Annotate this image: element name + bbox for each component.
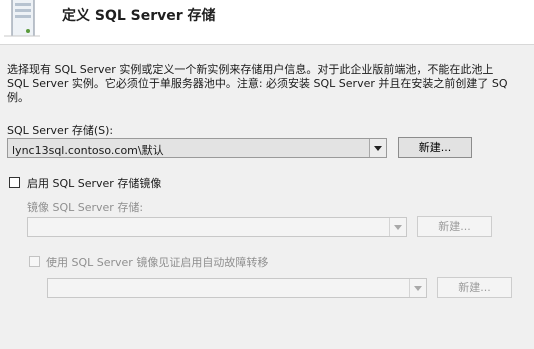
chevron-down-icon[interactable] — [409, 279, 426, 297]
sql-store-selected-value: lync13sql.contoso.com\默认 — [12, 144, 164, 157]
chevron-down-icon[interactable] — [369, 139, 386, 157]
description-text: 选择现有 SQL Server 实例或定义一个新实例来存储用户信息。对于此企业版… — [7, 63, 534, 105]
witness-store-dropdown[interactable] — [47, 278, 427, 298]
description-line-1: 选择现有 SQL Server 实例或定义一个新实例来存储用户信息。对于此企业版… — [7, 63, 494, 76]
mirror-store-dropdown[interactable] — [27, 217, 407, 237]
description-line-3: 例。 — [7, 91, 29, 104]
witness-failover-checkbox[interactable] — [29, 256, 40, 267]
new-sql-store-button[interactable]: 新建... — [398, 137, 472, 158]
chevron-down-icon[interactable] — [389, 218, 406, 236]
sql-store-icon — [4, 0, 40, 42]
wizard-header: 定义 SQL Server 存储 — [0, 0, 534, 45]
page-title: 定义 SQL Server 存储 — [62, 8, 216, 24]
witness-failover-label: 使用 SQL Server 镜像见证启用自动故障转移 — [46, 256, 269, 269]
new-witness-button[interactable]: 新建... — [437, 277, 512, 298]
new-mirror-store-button[interactable]: 新建... — [417, 216, 492, 237]
description-line-2: SQL Server 实例。它必须位于单服务器池中。注意: 必须安装 SQL S… — [7, 77, 508, 90]
enable-mirroring-label: 启用 SQL Server 存储镜像 — [27, 177, 162, 190]
sql-store-dropdown[interactable]: lync13sql.contoso.com\默认 — [7, 138, 387, 158]
enable-mirroring-checkbox[interactable] — [9, 177, 20, 188]
mirror-store-label: 镜像 SQL Server 存储: — [27, 201, 144, 214]
sql-store-label: SQL Server 存储(S): — [7, 124, 114, 137]
